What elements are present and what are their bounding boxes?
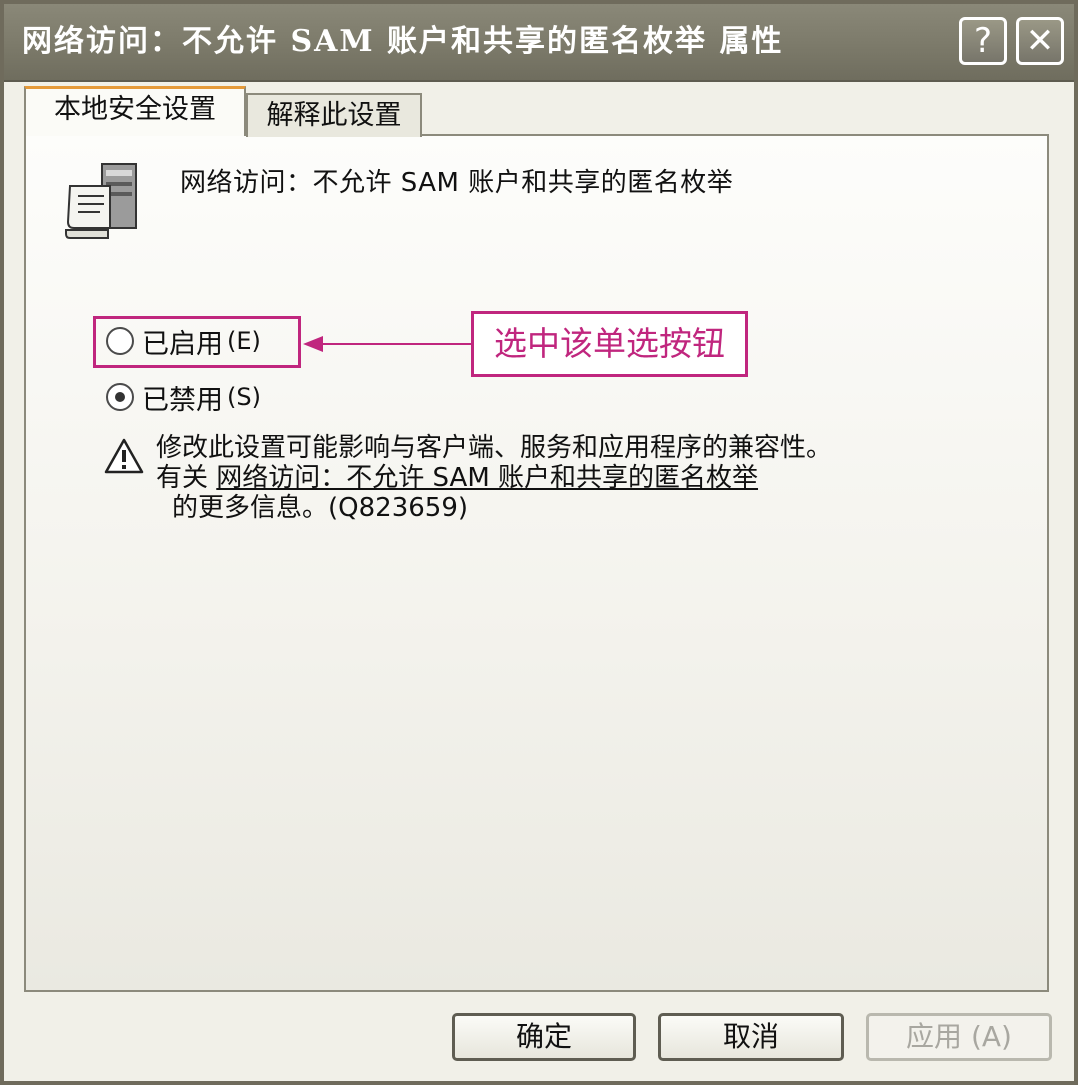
tab-local-security-setting[interactable]: 本地安全设置 bbox=[24, 86, 246, 136]
warning-more-info: 的更多信息。(Q823659) bbox=[172, 493, 469, 523]
warning-link-line: 有关 网络访问：不允许 SAM 账户和共享的匿名枚举 bbox=[156, 463, 832, 493]
radio-disabled[interactable]: 已禁用 (S) bbox=[106, 377, 261, 417]
callout-line bbox=[320, 343, 472, 345]
title-bar[interactable]: 网络访问：不允许 SAM 账户和共享的匿名枚举 属性 ? ✕ bbox=[4, 4, 1074, 82]
ok-button[interactable]: 确定 bbox=[452, 1013, 636, 1061]
policy-name: 网络访问：不允许 SAM 账户和共享的匿名枚举 bbox=[180, 168, 734, 198]
help-button[interactable]: ? bbox=[959, 17, 1007, 65]
compat-warning: 修改此设置可能影响与客户端、服务和应用程序的兼容性。 有关 网络访问：不允许 S… bbox=[156, 433, 832, 523]
tab-panel bbox=[24, 134, 1049, 992]
cancel-button[interactable]: 取消 bbox=[658, 1013, 844, 1061]
warning-prefix: 有关 bbox=[156, 463, 209, 493]
apply-button[interactable]: 应用 (A) bbox=[866, 1013, 1052, 1061]
window-title: 网络访问：不允许 SAM 账户和共享的匿名枚举 属性 bbox=[22, 24, 784, 59]
highlight-box bbox=[93, 316, 301, 368]
close-button[interactable]: ✕ bbox=[1016, 17, 1064, 65]
radio-disabled-accel: (S) bbox=[227, 383, 261, 411]
warning-line: 修改此设置可能影响与客户端、服务和应用程序的兼容性。 bbox=[156, 433, 833, 463]
warning-icon bbox=[104, 438, 144, 474]
radio-disabled-circle[interactable] bbox=[106, 383, 134, 411]
policy-help-link[interactable]: 网络访问：不允许 SAM 账户和共享的匿名枚举 bbox=[216, 463, 758, 493]
tab-explain[interactable]: 解释此设置 bbox=[246, 93, 422, 137]
policy-document-icon bbox=[65, 163, 137, 239]
annotation-callout: 选中该单选按钮 bbox=[471, 311, 748, 377]
radio-disabled-label[interactable]: 已禁用 bbox=[142, 378, 223, 417]
